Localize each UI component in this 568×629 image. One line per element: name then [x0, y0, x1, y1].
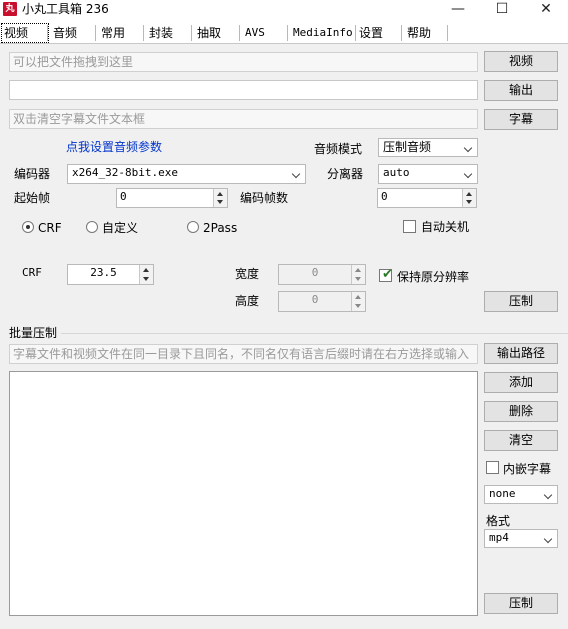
start-frame-value: 0: [120, 190, 127, 203]
app-logo-icon: 丸: [3, 2, 17, 16]
tab-settings[interactable]: 设置: [357, 24, 401, 42]
delete-button[interactable]: 删除: [484, 401, 558, 422]
custom-radio-label: 自定义: [102, 221, 139, 235]
tab-common[interactable]: 常用: [99, 24, 143, 42]
tab-help[interactable]: 帮助: [405, 24, 449, 42]
encoder-value: x264_32-8bit.exe: [72, 166, 178, 179]
encoder-label: 编码器: [14, 167, 51, 181]
chevron-down-icon: [291, 169, 301, 179]
maximize-button[interactable]: ☐: [480, 0, 524, 20]
audio-settings-link[interactable]: 点我设置音频参数: [66, 139, 162, 155]
group-divider: [52, 333, 568, 334]
tab-divider: [447, 25, 448, 41]
crf-radio[interactable]: [22, 221, 34, 233]
format-select[interactable]: mp4: [484, 529, 558, 548]
audio-mode-value: 压制音频: [383, 140, 432, 154]
subtitle-language-value: none: [489, 487, 516, 500]
spin-arrows-icon[interactable]: [213, 189, 227, 207]
auto-shutdown-checkbox[interactable]: [403, 220, 416, 233]
demuxer-value: auto: [383, 166, 410, 179]
tab-audio[interactable]: 音频: [51, 24, 95, 42]
spin-arrows-icon[interactable]: [351, 265, 365, 284]
encoder-select[interactable]: x264_32-8bit.exe: [67, 164, 306, 184]
batch-group-label: 批量压制: [9, 325, 62, 341]
output-file-input[interactable]: [9, 80, 478, 100]
twopass-radio-label: 2Pass: [203, 221, 238, 235]
keep-resolution-label: 保持原分辨率: [397, 270, 470, 284]
video-button[interactable]: 视频: [484, 51, 558, 72]
custom-radio[interactable]: [86, 221, 98, 233]
tab-divider: [143, 25, 144, 41]
auto-shutdown-label: 自动关机: [421, 220, 470, 234]
add-button[interactable]: 添加: [484, 372, 558, 393]
crf-spinner[interactable]: 23.5: [67, 264, 154, 285]
embed-subtitle-label: 内嵌字幕: [503, 462, 552, 476]
height-label: 高度: [235, 294, 260, 308]
width-value: 0: [311, 266, 319, 279]
height-spinner[interactable]: 0: [278, 291, 366, 312]
twopass-radio[interactable]: [187, 221, 199, 233]
tab-divider: [355, 25, 356, 41]
format-label: 格式: [486, 514, 511, 528]
start-frame-label: 起始帧: [14, 191, 51, 205]
clear-button[interactable]: 清空: [484, 430, 558, 451]
chevron-down-icon: [463, 143, 473, 153]
tab-avs[interactable]: AVS: [243, 24, 287, 42]
subtitle-button[interactable]: 字幕: [484, 109, 558, 130]
height-value: 0: [311, 293, 319, 306]
tab-extract[interactable]: 抽取: [195, 24, 239, 42]
subtitle-file-input[interactable]: 双击清空字幕文件文本框: [9, 109, 478, 129]
tab-divider: [191, 25, 192, 41]
spin-arrows-icon[interactable]: [351, 292, 365, 311]
tab-divider: [287, 25, 288, 41]
checkmark-icon: ✔: [382, 267, 393, 282]
crf-value: 23.5: [90, 266, 117, 279]
tab-bar: 视频 音频 常用 封装 抽取 AVS MediaInfo 设置 帮助: [0, 22, 568, 44]
title-bar: 丸 小丸工具箱 236 — ☐ ✕: [0, 0, 568, 22]
audio-mode-select[interactable]: 压制音频: [378, 138, 478, 157]
output-button[interactable]: 输出: [484, 80, 558, 101]
tab-divider: [47, 25, 48, 41]
tab-divider: [401, 25, 402, 41]
tab-mux[interactable]: 封装: [147, 24, 191, 42]
subtitle-language-select[interactable]: none: [484, 485, 558, 504]
batch-suffix-input[interactable]: 字幕文件和视频文件在同一目录下且同名，不同名仅有语言后缀时请在右方选择或输入: [9, 344, 478, 364]
start-frame-spinner[interactable]: 0: [116, 188, 228, 208]
tab-video[interactable]: 视频: [1, 23, 49, 43]
tab-mediainfo[interactable]: MediaInfo: [291, 24, 357, 42]
window-title: 小丸工具箱 236: [22, 2, 109, 16]
frame-count-value: 0: [381, 190, 388, 203]
demuxer-label: 分离器: [327, 167, 364, 181]
tab-divider: [239, 25, 240, 41]
demuxer-select[interactable]: auto: [378, 164, 478, 184]
frame-count-spinner[interactable]: 0: [377, 188, 477, 208]
compress-button[interactable]: 压制: [484, 291, 558, 312]
output-path-button[interactable]: 输出路径: [484, 343, 558, 364]
chevron-down-icon: [543, 490, 553, 500]
chevron-down-icon: [543, 534, 553, 544]
batch-compress-button[interactable]: 压制: [484, 593, 558, 614]
format-value: mp4: [489, 531, 509, 544]
spin-arrows-icon[interactable]: [462, 189, 476, 207]
keep-resolution-checkbox[interactable]: ✔: [379, 267, 393, 282]
width-spinner[interactable]: 0: [278, 264, 366, 285]
crf-label: CRF: [22, 266, 42, 279]
chevron-down-icon: [463, 169, 473, 179]
batch-file-list[interactable]: [9, 371, 478, 616]
width-label: 宽度: [235, 267, 260, 281]
video-file-input[interactable]: 可以把文件拖拽到这里: [9, 52, 478, 72]
tab-divider: [95, 25, 96, 41]
frame-count-label: 编码帧数: [240, 191, 289, 205]
close-button[interactable]: ✕: [524, 0, 568, 20]
audio-mode-label: 音频模式: [314, 142, 363, 156]
crf-radio-label: CRF: [38, 221, 62, 235]
embed-subtitle-checkbox[interactable]: [486, 461, 499, 474]
minimize-button[interactable]: —: [436, 0, 480, 20]
spin-arrows-icon[interactable]: [139, 265, 153, 284]
